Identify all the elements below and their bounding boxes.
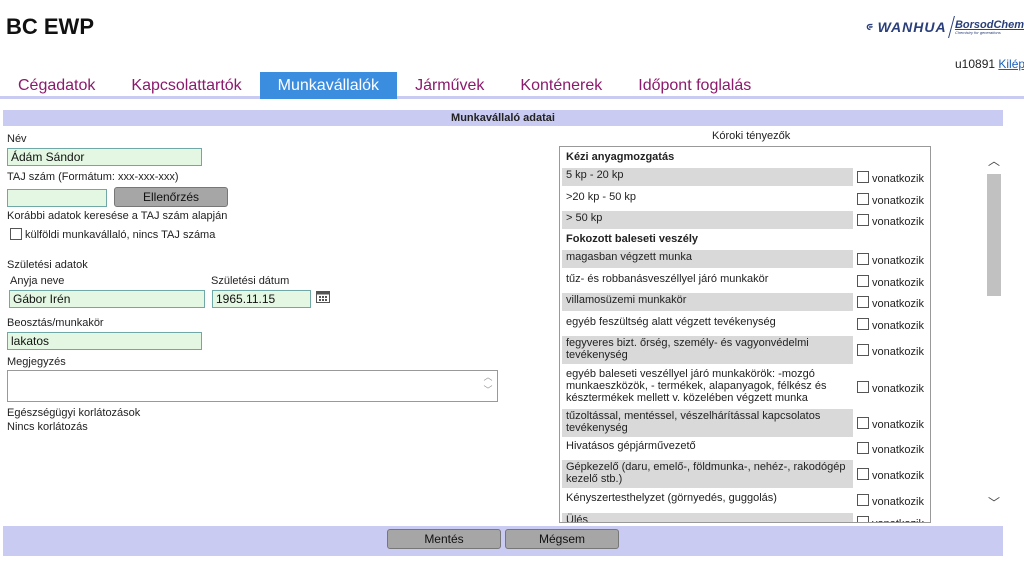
foreign-worker-checkbox[interactable]	[10, 228, 22, 240]
risk-factors-title: Kóroki tényezők	[712, 130, 791, 142]
risk-item-label: Kényszertesthelyzet (görnyedés, guggolás…	[566, 492, 777, 504]
risk-checkbox[interactable]	[857, 193, 869, 205]
risk-factors-panel: Kézi anyagmozgatás 5 kp - 20 kp vonatkoz…	[559, 146, 931, 523]
risk-checkbox-label: vonatkozik	[872, 419, 924, 431]
section-header: Munkavállaló adatai	[3, 110, 1003, 126]
risk-checkbox-label: vonatkozik	[872, 518, 924, 522]
risk-item-label: magasban végzett munka	[562, 250, 853, 268]
risk-checkbox[interactable]	[857, 275, 869, 287]
risk-item-label: >20 kp - 50 kp	[566, 191, 637, 203]
risk-checkbox[interactable]	[857, 253, 869, 265]
scroll-down-icon[interactable]: ﹀	[987, 496, 1001, 510]
risk-checkbox[interactable]	[857, 214, 869, 226]
risk-checkbox[interactable]	[857, 344, 869, 356]
risk-item-label: Gépkezelő (daru, emelő-, földmunka-, neh…	[562, 460, 853, 488]
health-label: Egészségügyi korlátozások	[7, 407, 141, 419]
risk-checkbox[interactable]	[857, 381, 869, 393]
taj-label: TAJ szám (Formátum: xxx-xxx-xxx)	[7, 171, 179, 183]
position-input[interactable]: lakatos	[7, 332, 202, 350]
company-logo: WANHUA BorsodChem Chemistry for generati…	[866, 12, 1024, 42]
risk-checkbox[interactable]	[857, 442, 869, 454]
tab-kontenerek[interactable]: Konténerek	[502, 72, 620, 99]
foreign-worker-label: külföldi munkavállaló, nincs TAJ száma	[25, 229, 216, 241]
calendar-icon[interactable]	[316, 290, 330, 303]
risk-item-label: fegyveres bizt. őrség, személy- és vagyo…	[562, 336, 853, 364]
risk-item-label: 5 kp - 20 kp	[562, 168, 853, 186]
taj-search-label: Korábbi adatok keresése a TAJ szám alapj…	[7, 210, 228, 222]
tab-munkavallalok[interactable]: Munkavállalók	[259, 72, 398, 99]
taj-input[interactable]	[7, 189, 107, 207]
chevron-down-icon[interactable]: ﹀	[481, 384, 495, 397]
risk-checkbox-label: vonatkozik	[872, 173, 924, 185]
name-label: Név	[7, 133, 27, 145]
risk-checkbox-label: vonatkozik	[872, 277, 924, 289]
tab-cegadatok[interactable]: Cégadatok	[0, 72, 113, 99]
risk-item-label: Ülés	[562, 513, 853, 522]
footer-bar: Mentés Mégsem	[3, 526, 1003, 556]
position-label: Beosztás/munkakör	[7, 317, 104, 329]
risk-checkbox-label: vonatkozik	[872, 496, 924, 508]
mother-name-label: Anyja neve	[10, 275, 65, 287]
risk-checkbox-label: vonatkozik	[872, 195, 924, 207]
risk-checkbox[interactable]	[857, 417, 869, 429]
risk-checkbox[interactable]	[857, 318, 869, 330]
logo-wanhua-text: WANHUA	[877, 19, 947, 35]
risk-checkbox[interactable]	[857, 296, 869, 308]
scroll-up-icon[interactable]: ︿	[987, 154, 1001, 168]
logout-link[interactable]: Kilépés	[998, 57, 1024, 71]
wanhua-logo-icon	[866, 23, 873, 31]
risk-checkbox-label: vonatkozik	[872, 255, 924, 267]
risk-checkbox-label: vonatkozik	[872, 216, 924, 228]
logo-borsodchem-tagline: Chemistry for generations	[954, 29, 1001, 35]
note-textarea[interactable]: ︿ ﹀	[7, 370, 498, 402]
risk-item-label: egyéb feszültség alatt végzett tevékenys…	[566, 316, 776, 328]
check-taj-button[interactable]: Ellenőrzés	[114, 187, 228, 207]
scrollbar-thumb[interactable]	[987, 174, 1001, 296]
risk-item-label: tűzoltással, mentéssel, vészelhárítással…	[562, 409, 853, 437]
risk-checkbox-label: vonatkozik	[872, 346, 924, 358]
logo-borsodchem-text: BorsodChem	[954, 18, 1024, 31]
name-input[interactable]: Ádám Sándor	[7, 148, 202, 166]
user-id: u10891	[955, 57, 996, 71]
risk-checkbox-label: vonatkozik	[872, 470, 924, 482]
tab-jarmuvek[interactable]: Járművek	[397, 72, 502, 99]
birth-date-label: Születési dátum	[211, 275, 290, 287]
risk-checkbox[interactable]	[857, 468, 869, 480]
app-title: BC EWP	[6, 14, 94, 39]
user-bar: u10891 Kilépés	[955, 57, 1024, 71]
risk-item-label: villamosüzemi munkakör	[562, 293, 853, 311]
risk-item-label: Hivatásos gépjárművezető	[566, 440, 696, 452]
risk-checkbox-label: vonatkozik	[872, 298, 924, 310]
logo-borsodchem: BorsodChem Chemistry for generations	[954, 18, 1024, 35]
risk-checkbox-label: vonatkozik	[872, 320, 924, 332]
risk-checkbox[interactable]	[857, 494, 869, 506]
note-label: Megjegyzés	[7, 356, 66, 368]
tab-kapcsolattartok[interactable]: Kapcsolattartók	[113, 72, 259, 99]
mother-name-input[interactable]: Gábor Irén	[9, 290, 205, 308]
textarea-scroll-arrows[interactable]: ︿ ﹀	[481, 371, 495, 401]
birth-date-input[interactable]: 1965.11.15	[212, 290, 311, 308]
birth-data-label: Születési adatok	[7, 259, 88, 271]
risk-checkbox-label: vonatkozik	[872, 383, 924, 395]
logo-divider	[947, 16, 954, 38]
chevron-up-icon[interactable]: ︿	[481, 371, 495, 384]
risk-checkbox-label: vonatkozik	[872, 444, 924, 456]
page-scrollbar[interactable]: ︿ ﹀	[987, 152, 1001, 514]
risk-item-label: > 50 kp	[562, 211, 853, 229]
save-button[interactable]: Mentés	[387, 529, 501, 549]
risk-checkbox[interactable]	[857, 171, 869, 183]
main-tabs: Cégadatok Kapcsolattartók Munkavállalók …	[0, 72, 1024, 99]
cancel-button[interactable]: Mégsem	[505, 529, 619, 549]
health-value: Nincs korlátozás	[7, 421, 88, 433]
tab-idopont-foglalas[interactable]: Időpont foglalás	[620, 72, 769, 99]
risk-item-label: tűz- és robbanásveszéllyel járó munkakör	[566, 273, 769, 285]
risk-checkbox[interactable]	[857, 516, 869, 522]
risk-item-label: egyéb baleseti veszéllyel járó munkakörö…	[566, 368, 827, 404]
risk-category-label: Kézi anyagmozgatás	[566, 151, 675, 163]
risk-category-label: Fokozott baleseti veszély	[566, 233, 699, 245]
